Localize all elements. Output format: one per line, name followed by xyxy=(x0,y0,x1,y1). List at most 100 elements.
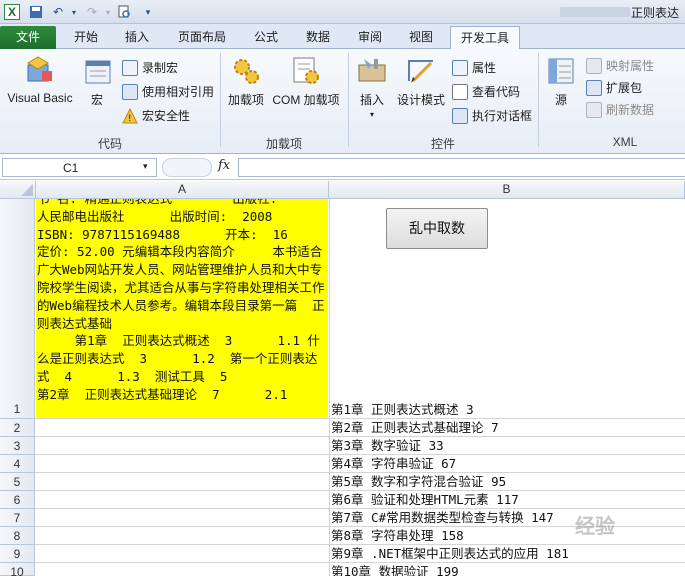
tab-review[interactable]: 审阅 xyxy=(348,26,392,49)
tab-home[interactable]: 开始 xyxy=(62,26,110,49)
cell-b8[interactable]: 第8章 字符串处理 158 xyxy=(331,527,569,545)
formula-input[interactable] xyxy=(238,158,685,177)
formula-bar: C1 ▾ fx xyxy=(0,155,685,180)
tab-data[interactable]: 数据 xyxy=(296,26,340,49)
run-dialog-button[interactable]: 执行对话框 xyxy=(452,107,532,125)
gear-icon xyxy=(230,55,262,87)
xml-source-label: 源 xyxy=(554,93,567,107)
com-addins-icon xyxy=(290,55,322,87)
cell-b1[interactable]: 第1章 正则表达式概述 3 xyxy=(331,401,569,419)
chevron-down-icon[interactable]: ▾ xyxy=(143,161,148,172)
relative-reference-button[interactable]: 使用相对引用 xyxy=(122,83,214,101)
expansion-packs-button[interactable]: 扩展包 xyxy=(586,79,642,97)
cell-b3[interactable]: 第3章 数字验证 33 xyxy=(331,437,569,455)
properties-label: 属性 xyxy=(472,61,497,75)
insert-function-icon[interactable]: fx xyxy=(218,158,230,173)
com-addins-label: COM 加载项 xyxy=(272,93,340,107)
relative-reference-icon xyxy=(122,84,138,100)
row-header-7[interactable]: 7 xyxy=(0,509,35,527)
design-mode-label: 设计模式 xyxy=(396,93,445,107)
undo-icon[interactable]: ↶ xyxy=(50,4,66,20)
macros-icon xyxy=(82,55,114,87)
insert-control-label: 插入 xyxy=(359,93,384,107)
undo-dropdown-icon[interactable]: ▾ xyxy=(66,4,82,20)
cell-b7[interactable]: 第7章 C#常用数据类型检查与转换 147 xyxy=(331,509,569,527)
row-header-4[interactable]: 4 xyxy=(0,455,35,473)
tab-file[interactable]: 文件 xyxy=(0,26,56,49)
visual-basic-icon xyxy=(24,55,56,87)
row-header-10[interactable]: 10 xyxy=(0,563,35,576)
random-pick-button[interactable]: 乱中取数 xyxy=(386,208,488,249)
design-mode-button[interactable]: 设计模式 xyxy=(394,55,448,108)
view-code-button[interactable]: 查看代码 xyxy=(452,83,520,101)
row-header-8[interactable]: 8 xyxy=(0,527,35,545)
ribbon: Visual Basic 宏 录制宏 使用相对引用 ! 宏安全性 代码 加载项 … xyxy=(0,49,685,154)
addins-button[interactable]: 加载项 xyxy=(226,55,266,108)
relative-reference-label: 使用相对引用 xyxy=(142,85,215,99)
macros-label: 宏 xyxy=(90,93,103,107)
cell-b10[interactable]: 第10章 数据验证 199 xyxy=(331,563,569,576)
watermark: 经验 xyxy=(575,516,615,538)
record-macro-label: 录制宏 xyxy=(142,61,179,75)
controls-group-label: 控件 xyxy=(430,137,455,151)
macros-button[interactable]: 宏 xyxy=(82,55,112,108)
cell-a1[interactable]: 书 名: 精通正则表达式 出版社: 人民邮电出版社 出版时间: 2008 ISB… xyxy=(36,199,328,418)
cell-b2[interactable]: 第2章 正则表达式基础理论 7 xyxy=(331,419,569,437)
xml-source-button[interactable]: 源 xyxy=(544,55,578,108)
properties-button[interactable]: 属性 xyxy=(452,59,496,77)
warning-icon: ! xyxy=(122,107,138,124)
group-divider xyxy=(348,53,349,147)
customize-toolbar-icon[interactable]: ▾ xyxy=(140,4,156,20)
row-header-9[interactable]: 9 xyxy=(0,545,35,563)
save-icon[interactable] xyxy=(28,4,44,20)
column-header-a[interactable]: A xyxy=(36,181,329,199)
insert-control-button[interactable]: 插入 ▾ xyxy=(354,55,390,119)
row-header-3[interactable]: 3 xyxy=(0,437,35,455)
select-all-corner[interactable] xyxy=(0,181,36,199)
refresh-data-button[interactable]: 刷新数据 xyxy=(586,101,654,119)
tab-developer[interactable]: 开发工具 xyxy=(450,26,520,49)
print-preview-icon[interactable] xyxy=(116,4,132,20)
cell-b5[interactable]: 第5章 数字和字符混合验证 95 xyxy=(331,473,569,491)
excel-app-icon[interactable]: X xyxy=(4,4,20,20)
map-properties-button[interactable]: 映射属性 xyxy=(586,57,654,75)
addins-label: 加载项 xyxy=(227,93,264,107)
tab-formulas[interactable]: 公式 xyxy=(244,26,288,49)
redo-dropdown-icon[interactable]: ▾ xyxy=(100,4,116,20)
column-b-list: 第1章 正则表达式概述 3 第2章 正则表达式基础理论 7 第3章 数字验证 3… xyxy=(331,401,569,576)
redo-icon[interactable]: ↷ xyxy=(84,4,100,20)
macro-security-button[interactable]: ! 宏安全性 xyxy=(122,107,190,125)
row-header-5[interactable]: 5 xyxy=(0,473,35,491)
cell-b9[interactable]: 第9章 .NET框架中正则表达式的应用 181 xyxy=(331,545,569,563)
row-header-6[interactable]: 6 xyxy=(0,491,35,509)
row-header-1[interactable]: 1 xyxy=(0,199,35,419)
visual-basic-button[interactable]: Visual Basic xyxy=(4,55,76,105)
formula-bar-expander[interactable] xyxy=(162,158,212,177)
gridline xyxy=(329,199,330,576)
refresh-icon xyxy=(586,102,602,118)
blurred-region xyxy=(560,7,630,17)
expansion-packs-label: 扩展包 xyxy=(606,81,643,95)
macro-security-label: 宏安全性 xyxy=(142,109,191,123)
addins-group-label: 加载项 xyxy=(265,137,302,151)
column-header-b[interactable]: B xyxy=(329,181,685,199)
run-dialog-icon xyxy=(452,108,468,124)
record-macro-icon xyxy=(122,60,138,76)
tab-view[interactable]: 视图 xyxy=(398,26,444,49)
row-header-2[interactable]: 2 xyxy=(0,419,35,437)
group-divider xyxy=(220,53,221,147)
code-group-label: 代码 xyxy=(97,137,122,151)
window-title: 正则表达 xyxy=(630,6,679,20)
view-code-label: 查看代码 xyxy=(472,85,521,99)
cell-b6[interactable]: 第6章 验证和处理HTML元素 117 xyxy=(331,491,569,509)
record-macro-button[interactable]: 录制宏 xyxy=(122,59,178,77)
name-box[interactable]: C1 ▾ xyxy=(2,158,157,177)
cell-a1-text: 书 名: 精通正则表达式 出版社: 人民邮电出版社 出版时间: 2008 ISB… xyxy=(37,199,325,402)
design-mode-icon xyxy=(405,55,437,87)
com-addins-button[interactable]: COM 加载项 xyxy=(270,55,342,108)
tab-page-layout[interactable]: 页面布局 xyxy=(168,26,236,49)
cell-b4[interactable]: 第4章 字符串验证 67 xyxy=(331,455,569,473)
chevron-down-icon: ▾ xyxy=(369,110,374,119)
xml-source-icon xyxy=(545,55,577,87)
tab-insert[interactable]: 插入 xyxy=(114,26,160,49)
